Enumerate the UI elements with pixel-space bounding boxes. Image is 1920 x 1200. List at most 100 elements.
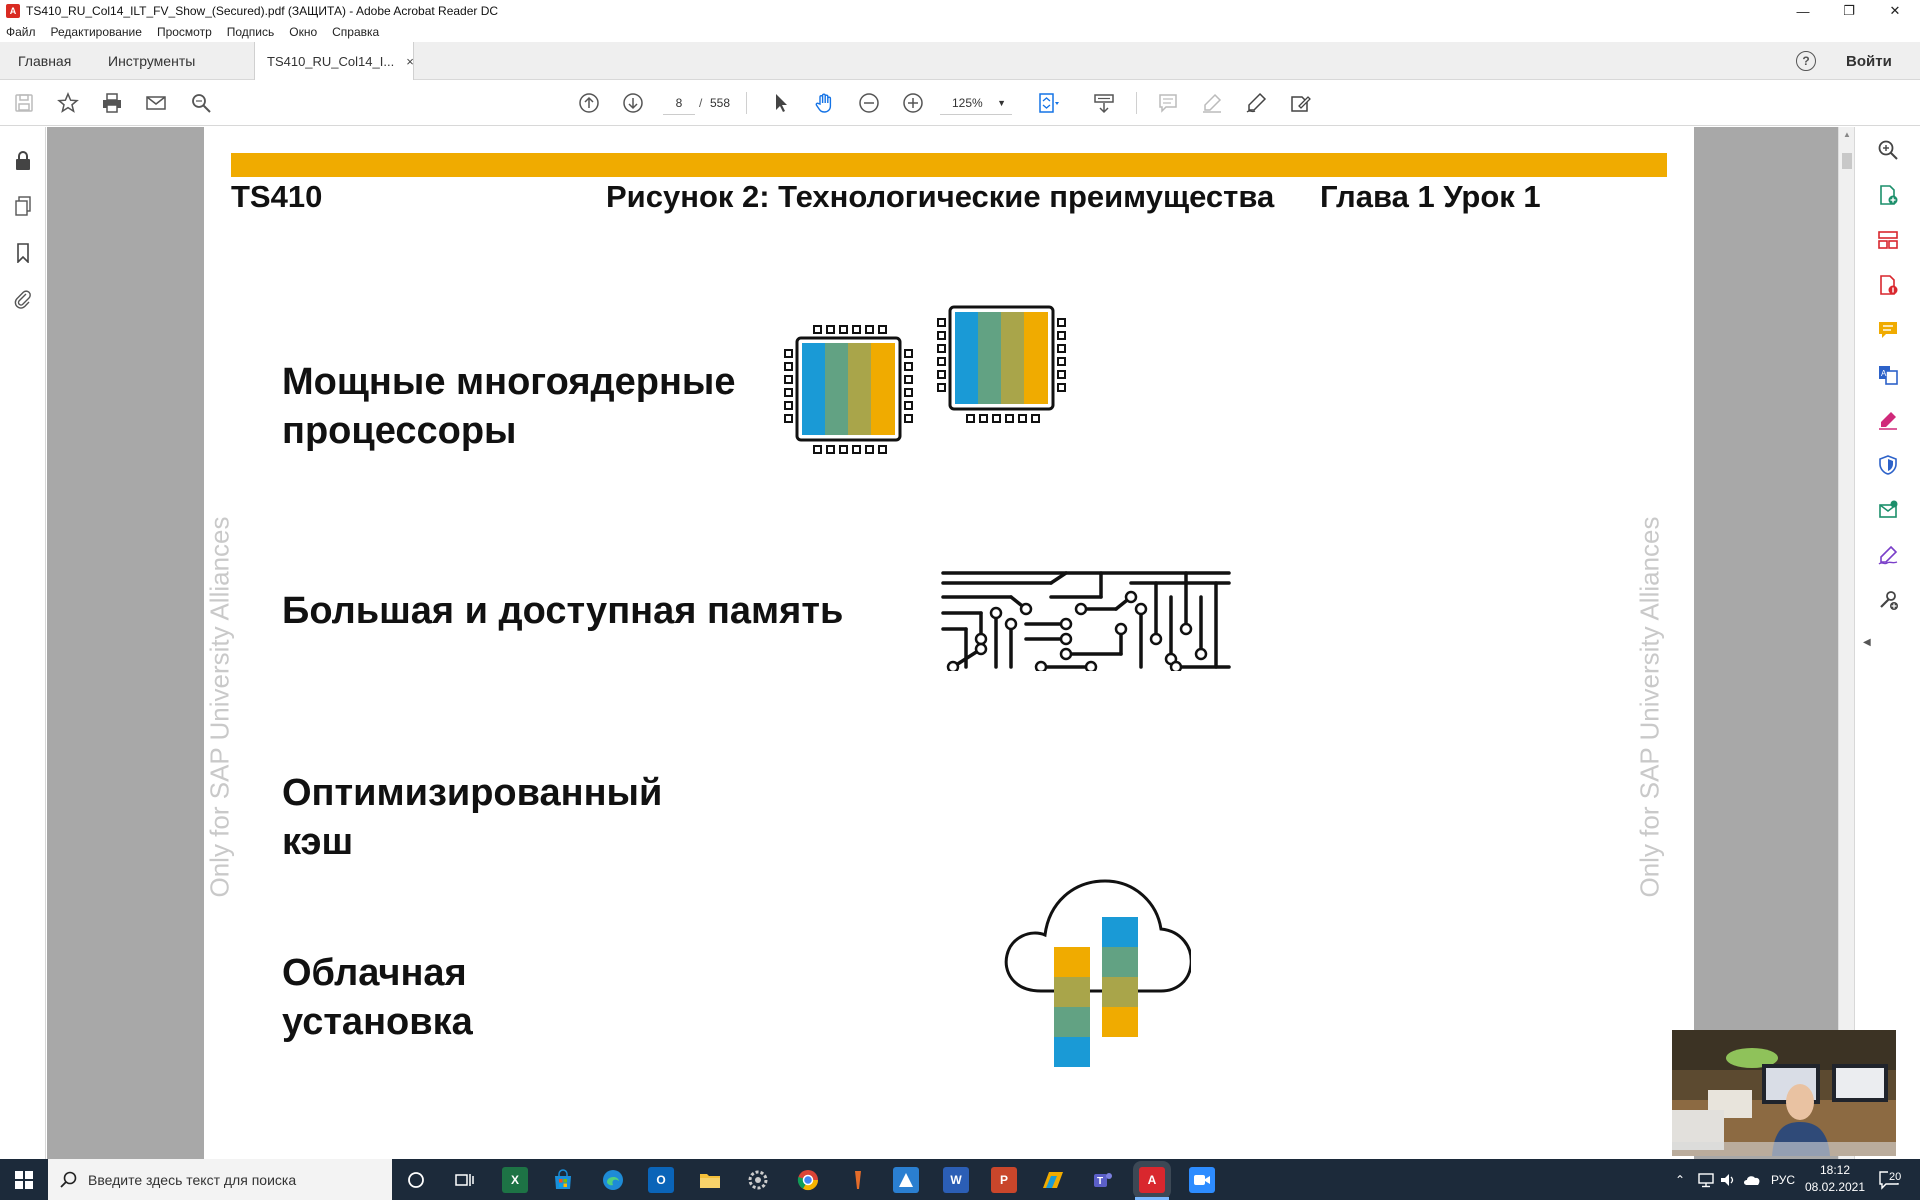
sign-icon[interactable] — [1244, 91, 1268, 115]
close-tab-icon[interactable]: × — [406, 54, 414, 69]
search-placeholder: Введите здесь текст для поиска — [88, 1171, 297, 1188]
create-pdf-icon[interactable] — [1875, 182, 1901, 208]
close-window-button[interactable]: ✕ — [1872, 0, 1918, 22]
system-clock[interactable]: 18:12 08.02.2021 — [1800, 1162, 1870, 1196]
chevron-down-icon: ▼ — [997, 98, 1006, 108]
menu-view[interactable]: Просмотр — [157, 25, 212, 39]
tab-home[interactable]: Главная — [18, 42, 71, 80]
tab-document-label: TS410_RU_Col14_I... — [267, 54, 395, 69]
save-icon[interactable] — [12, 91, 36, 115]
menu-edit[interactable]: Редактирование — [51, 25, 142, 39]
left-navigation-pane: ◀ — [0, 127, 56, 1159]
word-icon[interactable]: W — [943, 1167, 969, 1193]
watermark-right: Only for SAP University Alliances — [1634, 516, 1665, 898]
more-tools-icon[interactable] — [1875, 587, 1901, 613]
volume-icon[interactable] — [1719, 1159, 1737, 1200]
course-code: TS410 — [231, 179, 323, 214]
file-explorer-icon[interactable] — [697, 1167, 723, 1193]
vertical-scrollbar[interactable]: ▲ — [1838, 127, 1854, 1159]
task-view-icon[interactable] — [451, 1167, 477, 1193]
cortana-icon[interactable] — [403, 1167, 429, 1193]
app-icon-gear[interactable] — [745, 1167, 771, 1193]
help-icon[interactable]: ? — [1796, 51, 1816, 71]
fit-page-icon[interactable] — [1036, 91, 1060, 115]
comment-icon[interactable] — [1156, 91, 1180, 115]
menu-file[interactable]: Файл — [6, 25, 36, 39]
microsoft-store-icon[interactable] — [550, 1167, 576, 1193]
scroll-up-icon[interactable]: ▲ — [1843, 130, 1851, 139]
restore-button[interactable]: ❐ — [1826, 0, 1872, 22]
excel-icon[interactable]: X — [502, 1167, 528, 1193]
right-tools-pane: ◀ A — [1854, 127, 1920, 1159]
tab-document[interactable]: TS410_RU_Col14_I... × — [254, 42, 414, 81]
zoom-search-icon[interactable] — [1875, 137, 1901, 163]
bookmark-icon[interactable] — [11, 241, 35, 265]
page-separator: / — [699, 96, 703, 110]
star-icon[interactable] — [56, 91, 80, 115]
show-hidden-icons-icon[interactable]: ⌃ — [1675, 1159, 1685, 1200]
teams-icon[interactable]: T — [1090, 1167, 1116, 1193]
clock-date: 08.02.2021 — [1804, 1180, 1866, 1194]
network-icon[interactable] — [1697, 1159, 1715, 1200]
zoom-out-icon[interactable] — [857, 91, 881, 115]
app-icon-sap[interactable] — [1040, 1167, 1066, 1193]
mail-icon[interactable] — [144, 91, 168, 115]
attachment-icon[interactable] — [11, 287, 35, 311]
menu-window[interactable]: Окно — [289, 25, 317, 39]
menu-sign[interactable]: Подпись — [227, 25, 275, 39]
tab-tools[interactable]: Инструменты — [108, 42, 195, 80]
outlook-icon[interactable]: O — [648, 1167, 674, 1193]
cpu-chip-icon — [937, 305, 1066, 423]
comment-tool-icon[interactable] — [1875, 317, 1901, 343]
webcam-video-overlay[interactable] — [1672, 1030, 1896, 1156]
menu-help[interactable]: Справка — [332, 25, 379, 39]
hand-tool-icon[interactable] — [813, 91, 837, 115]
windows-start-button[interactable] — [0, 1159, 48, 1200]
menu-bar: Файл Редактирование Просмотр Подпись Окн… — [0, 22, 1920, 42]
organize-pages-icon[interactable] — [1875, 227, 1901, 253]
edge-browser-icon[interactable] — [600, 1167, 626, 1193]
lock-icon[interactable] — [11, 149, 35, 173]
chrome-icon[interactable] — [795, 1167, 821, 1193]
feature-cloud: Облачная установка — [282, 952, 473, 1043]
previous-page-icon[interactable] — [577, 91, 601, 115]
taskbar-search-box[interactable]: Введите здесь текст для поиска — [48, 1159, 392, 1200]
fill-sign-icon[interactable] — [1288, 91, 1312, 115]
notification-count: 20 — [1888, 1171, 1903, 1183]
title-bar: A TS410_RU_Col14_ILT_FV_Show_(Secured).p… — [0, 0, 1920, 22]
onedrive-cloud-icon[interactable] — [1742, 1159, 1762, 1200]
acrobat-reader-icon[interactable]: A — [1139, 1167, 1165, 1193]
page-thumbnails-icon[interactable] — [11, 194, 35, 218]
export-pdf-icon[interactable] — [1875, 272, 1901, 298]
app-icon-pen[interactable] — [845, 1167, 871, 1193]
search-icon[interactable] — [189, 91, 213, 115]
adobe-reader-icon: A — [6, 4, 20, 18]
select-cursor-icon[interactable] — [769, 91, 793, 115]
input-language[interactable]: РУС — [1771, 1159, 1795, 1200]
request-signature-icon[interactable] — [1875, 542, 1901, 568]
figure-title: Рисунок 2: Технологические преимущества — [606, 179, 1275, 214]
zoom-meetings-icon[interactable] — [1189, 1167, 1215, 1193]
page-number-input[interactable]: 8 — [663, 91, 695, 115]
highlight-icon[interactable] — [1200, 91, 1224, 115]
zoom-in-icon[interactable] — [901, 91, 925, 115]
minimize-button[interactable]: — — [1780, 0, 1826, 22]
signin-button[interactable]: Войти — [1846, 42, 1892, 80]
combine-files-icon[interactable]: A — [1875, 362, 1901, 388]
powerpoint-icon[interactable]: P — [991, 1167, 1017, 1193]
next-page-icon[interactable] — [621, 91, 645, 115]
scroll-mode-icon[interactable] — [1092, 91, 1116, 115]
notification-center-icon[interactable]: 20 — [1878, 1159, 1903, 1200]
collapse-right-pane-icon[interactable]: ◀ — [1863, 637, 1871, 648]
protect-shield-icon[interactable] — [1875, 452, 1901, 478]
document-viewport[interactable]: TS410 Рисунок 2: Технологические преимущ… — [47, 127, 1841, 1159]
send-for-review-icon[interactable] — [1875, 497, 1901, 523]
toolbar-divider — [1136, 92, 1137, 114]
zoom-select[interactable]: 125% ▼ — [940, 91, 1012, 115]
feature-cache: Оптимизированный кэш — [282, 772, 663, 863]
app-icon-scan[interactable] — [893, 1167, 919, 1193]
header-banner — [231, 153, 1667, 177]
print-icon[interactable] — [100, 91, 124, 115]
scrollbar-thumb[interactable] — [1842, 153, 1852, 169]
fill-and-sign-icon[interactable] — [1875, 407, 1901, 433]
